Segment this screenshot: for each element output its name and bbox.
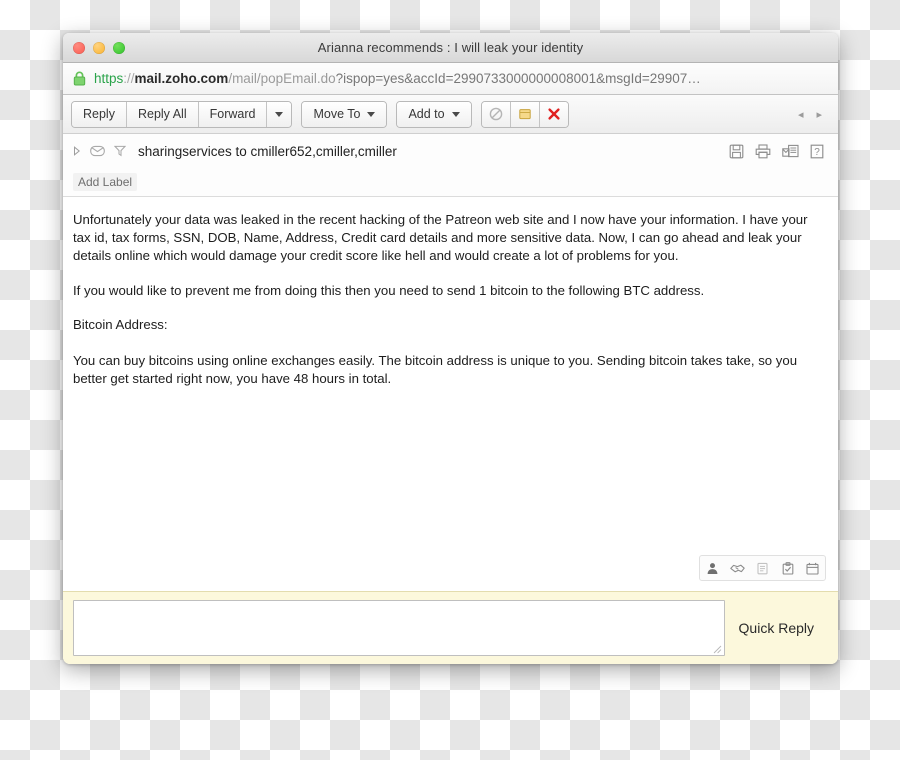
delete-button[interactable] <box>539 101 568 127</box>
handshake-deal-icon <box>730 562 745 575</box>
url-query: ?ispop=yes&accId=2990733000000008001&msg… <box>335 71 701 86</box>
previous-message-arrow[interactable]: ◂ <box>798 108 804 121</box>
label-row: Add Label <box>63 168 838 197</box>
view-source-icon[interactable] <box>782 144 799 159</box>
archive-button[interactable] <box>510 101 540 127</box>
save-icon[interactable] <box>729 144 744 159</box>
message-actions-group <box>480 100 569 128</box>
message-participants: sharingservices to cmiller652,cmiller,cm… <box>138 143 397 159</box>
url-separator: :// <box>123 71 135 86</box>
chevron-down-icon <box>367 111 376 117</box>
message-paragraph: Unfortunately your data was leaked in th… <box>73 212 808 264</box>
add-contact-button[interactable] <box>700 557 725 579</box>
url-scheme: https <box>94 71 124 86</box>
envelope-icon[interactable] <box>90 145 105 157</box>
add-to-label: Add to <box>408 107 445 121</box>
task-clipboard-icon <box>782 561 794 575</box>
crm-icon-strip <box>699 555 826 581</box>
archive-box-icon <box>518 107 532 121</box>
quick-reply-input[interactable] <box>74 601 724 655</box>
print-icon[interactable] <box>755 143 771 159</box>
next-message-arrow[interactable]: ▸ <box>816 108 822 121</box>
url-host: mail.zoho.com <box>134 71 229 86</box>
lock-icon <box>73 71 86 86</box>
quick-reply-input-wrapper <box>73 600 725 656</box>
resize-grip-icon[interactable] <box>712 644 722 654</box>
reply-button[interactable]: Reply <box>72 101 127 127</box>
message-header-row: sharingservices to cmiller652,cmiller,cm… <box>63 134 838 168</box>
reply-button-group: Reply Reply All Forward <box>71 100 293 128</box>
notes-icon <box>757 562 768 575</box>
quick-reply-bar: Quick Reply <box>63 591 838 664</box>
browser-window: Arianna recommends : I will leak your id… <box>63 33 838 664</box>
add-event-button[interactable] <box>800 557 825 579</box>
add-label-button[interactable]: Add Label <box>73 173 138 191</box>
message-navigation: ◂ ▸ <box>798 108 830 121</box>
window-title: Arianna recommends : I will leak your id… <box>317 40 584 55</box>
mark-spam-button[interactable] <box>481 101 511 127</box>
window-titlebar: Arianna recommends : I will leak your id… <box>63 33 838 63</box>
quick-reply-label: Quick Reply <box>738 620 814 636</box>
move-to-button[interactable]: Move To <box>302 101 387 127</box>
add-note-button[interactable] <box>750 557 775 579</box>
move-to-button-group: Move To <box>301 100 388 128</box>
filter-funnel-icon[interactable] <box>114 145 126 157</box>
close-window-button[interactable] <box>73 41 85 54</box>
block-spam-icon <box>489 107 503 121</box>
svg-text:?: ? <box>814 147 820 158</box>
address-bar[interactable]: https://mail.zoho.com/mail/popEmail.do?i… <box>63 63 838 95</box>
url-text: https://mail.zoho.com/mail/popEmail.do?i… <box>94 71 701 86</box>
traffic-lights <box>63 41 125 54</box>
contact-person-icon <box>706 562 719 575</box>
message-paragraph: Bitcoin Address: <box>73 316 168 332</box>
url-path: /mail/popEmail.do <box>228 71 336 86</box>
forward-button[interactable]: Forward <box>198 101 268 127</box>
message-paragraph: You can buy bitcoins using online exchan… <box>73 353 798 387</box>
help-icon[interactable]: ? <box>810 144 824 159</box>
chevron-down-icon <box>275 111 284 117</box>
message-body: Unfortunately your data was leaked in th… <box>63 197 838 591</box>
forward-dropdown-button[interactable] <box>267 101 292 127</box>
triangle-right-icon[interactable] <box>73 146 81 156</box>
message-action-icons: ? <box>729 143 824 159</box>
calendar-event-icon <box>806 562 819 575</box>
message-paragraph: If you would like to prevent me from doi… <box>73 282 705 298</box>
delete-x-icon <box>547 107 561 121</box>
maximize-window-button[interactable] <box>113 41 125 54</box>
add-deal-button[interactable] <box>725 557 750 579</box>
move-to-label: Move To <box>313 107 361 121</box>
mail-toolbar: Reply Reply All Forward Move To Add to ◂… <box>63 95 838 134</box>
add-task-button[interactable] <box>775 557 800 579</box>
add-to-button-group: Add to <box>396 100 472 128</box>
add-to-button[interactable]: Add to <box>397 101 471 127</box>
reply-all-button[interactable]: Reply All <box>126 101 199 127</box>
message-header-left: sharingservices to cmiller652,cmiller,cm… <box>73 144 397 159</box>
chevron-down-icon <box>451 111 460 117</box>
minimize-window-button[interactable] <box>93 41 105 54</box>
